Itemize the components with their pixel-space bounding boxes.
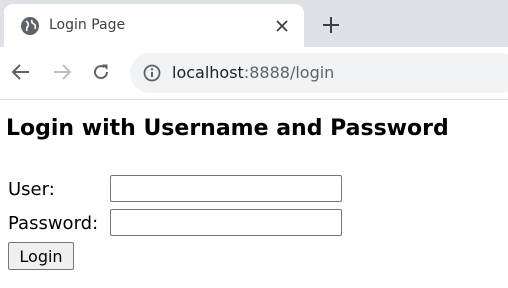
url-port-path: :8888/login <box>243 63 335 82</box>
back-arrow-icon[interactable] <box>9 60 33 84</box>
page-title: Login with Username and Password <box>6 116 449 141</box>
tab-strip: Login Page <box>0 0 508 47</box>
user-input[interactable] <box>110 175 342 202</box>
tab-title: Login Page <box>49 17 126 33</box>
user-label: User: <box>8 179 55 200</box>
close-icon[interactable] <box>272 16 292 36</box>
info-icon[interactable] <box>142 63 162 83</box>
url-host: localhost <box>172 63 244 82</box>
browser-toolbar: localhost:8888/login <box>0 47 508 100</box>
tab-login-page[interactable]: Login Page <box>4 4 304 47</box>
reload-icon[interactable] <box>89 60 113 84</box>
page-content: Login with Username and Password User: P… <box>0 100 508 288</box>
password-input[interactable] <box>110 209 342 236</box>
password-label: Password: <box>8 213 99 234</box>
new-tab-plus-icon[interactable] <box>320 14 342 36</box>
globe-icon <box>20 16 40 36</box>
login-button[interactable]: Login <box>8 242 74 270</box>
forward-arrow-icon[interactable] <box>50 60 74 84</box>
url-text[interactable]: localhost:8888/login <box>172 63 334 82</box>
address-bar[interactable]: localhost:8888/login <box>130 53 508 93</box>
